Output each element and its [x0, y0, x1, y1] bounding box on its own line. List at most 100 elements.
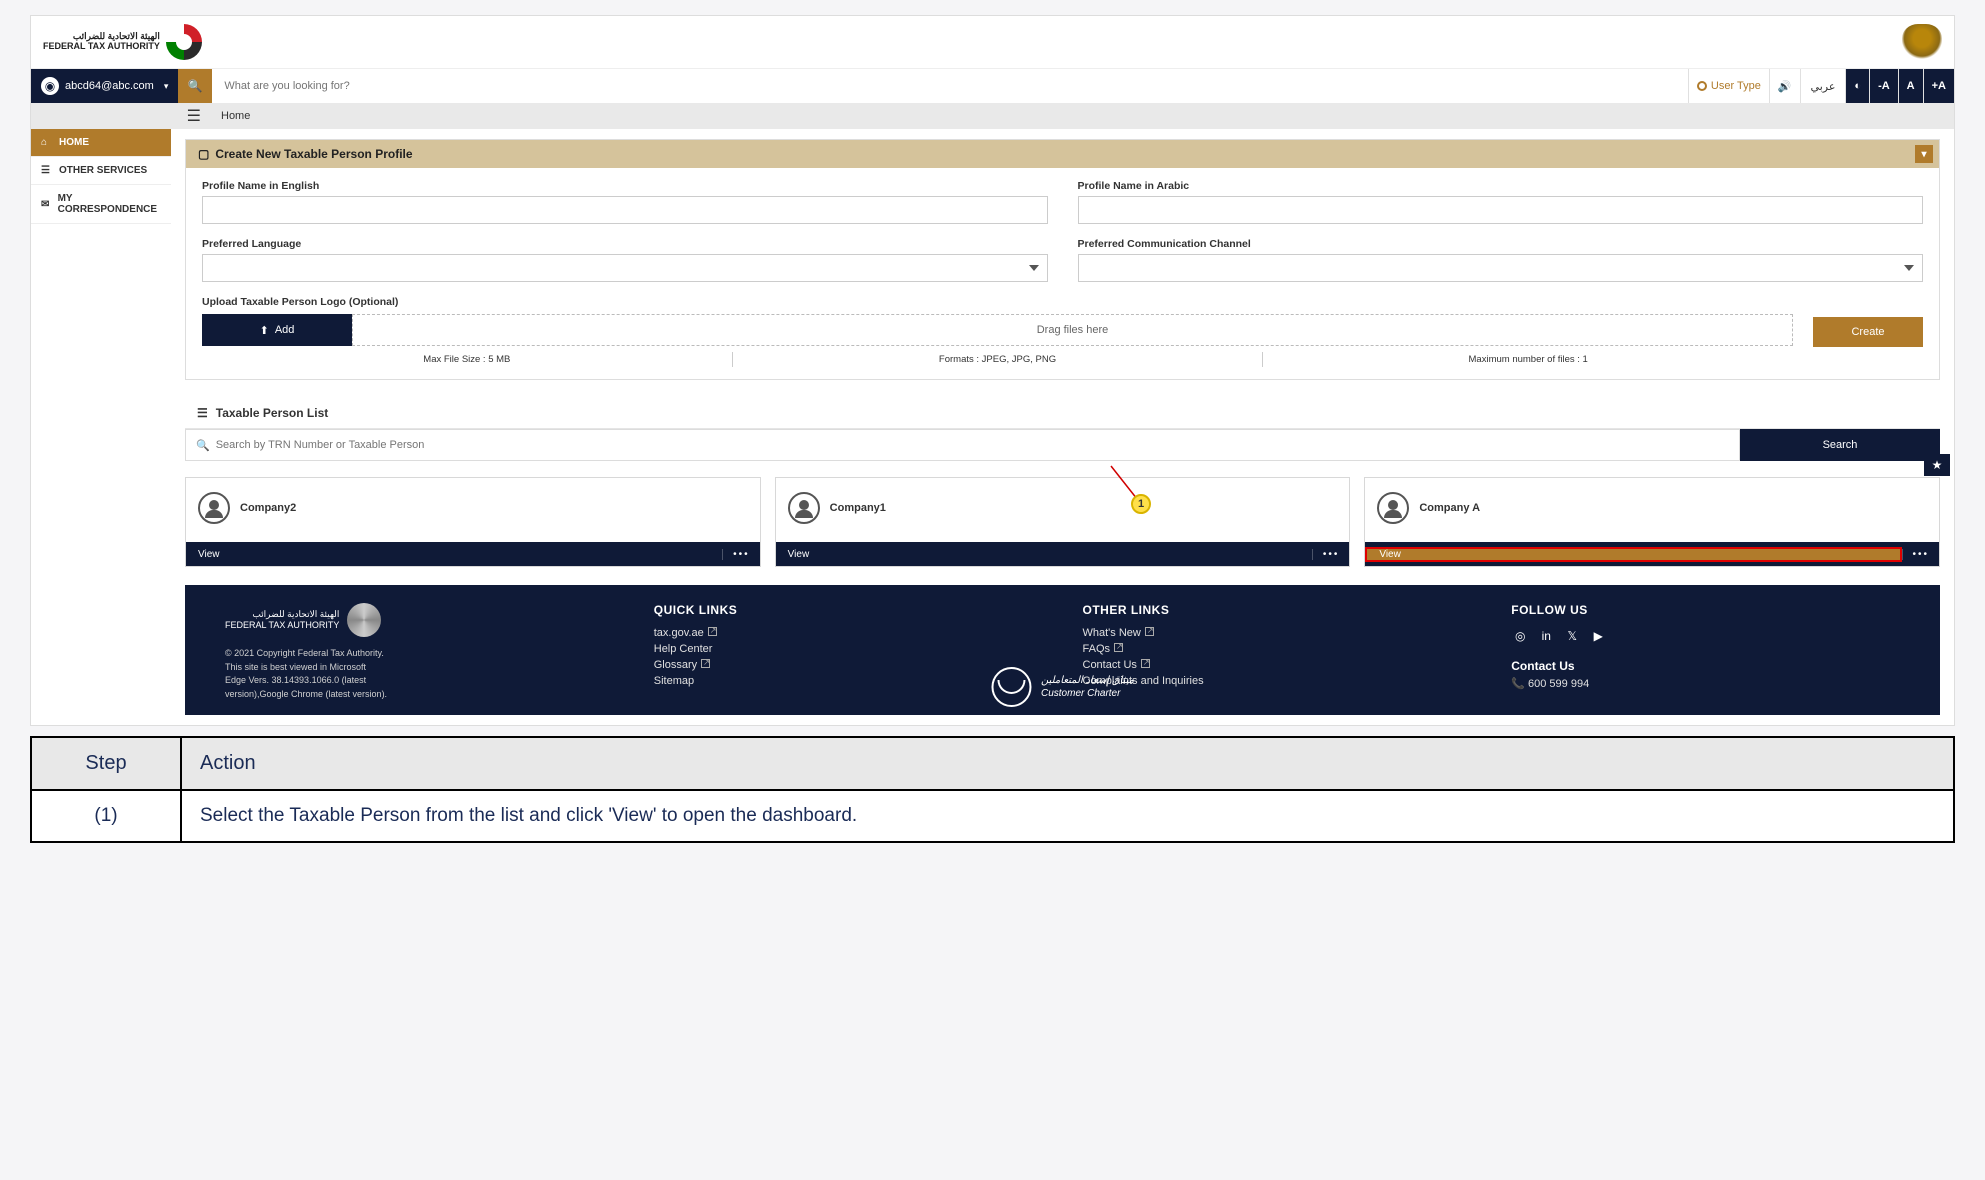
- user-type-button[interactable]: User Type: [1688, 69, 1769, 103]
- font-increase-button[interactable]: +A: [1923, 69, 1954, 103]
- footer-link[interactable]: What's New: [1083, 627, 1472, 639]
- contrast-button[interactable]: ◐: [1845, 69, 1869, 103]
- list-search-input[interactable]: [216, 439, 1729, 451]
- font-decrease-button[interactable]: -A: [1869, 69, 1898, 103]
- sidebar-label: MY CORRESPONDENCE: [58, 193, 161, 215]
- add-file-button[interactable]: ⬆ Add: [202, 314, 352, 346]
- speaker-icon: 🔊: [1778, 80, 1792, 93]
- user-account-menu[interactable]: ◉ abcd64@abc.com ▾: [31, 69, 178, 103]
- hamburger-menu-button[interactable]: ☰: [31, 106, 211, 126]
- footer-link[interactable]: Help Center: [654, 643, 1043, 655]
- user-email: abcd64@abc.com: [65, 80, 154, 92]
- taxable-person-card: Company1 View •••: [775, 477, 1351, 567]
- sidebar-label: HOME: [59, 137, 89, 148]
- footer-logo-en: FEDERAL TAX AUTHORITY: [225, 620, 339, 631]
- footer-link[interactable]: Complaints and Inquiries: [1083, 675, 1472, 687]
- search-icon: 🔍: [188, 79, 203, 93]
- fta-logo: الهيئة الاتحادية للضرائب FEDERAL TAX AUT…: [43, 24, 202, 60]
- phone-icon: 📞: [1511, 678, 1525, 690]
- profile-name-en-input[interactable]: [202, 196, 1048, 224]
- footer-swirl-icon: [347, 603, 381, 637]
- taxable-person-list-panel: ☰ Taxable Person List 🔍 Search: [185, 398, 1940, 567]
- external-link-icon: [1114, 643, 1123, 652]
- twitter-icon[interactable]: 𝕏: [1563, 627, 1581, 645]
- user-type-icon: [1697, 81, 1707, 91]
- external-link-icon: [1141, 659, 1150, 668]
- profile-icon: ▢: [198, 147, 209, 161]
- taxable-person-card: Company2 View •••: [185, 477, 761, 567]
- copyright-line: Edge Vers. 38.14393.1066.0 (latest: [225, 674, 614, 688]
- profile-name-ar-input[interactable]: [1078, 196, 1924, 224]
- fta-swirl-icon: [166, 24, 202, 60]
- copyright-line: version),Google Chrome (latest version).: [225, 688, 614, 702]
- charter-text-ar: ميثاق إسعاد المتعاملين: [1041, 674, 1134, 687]
- footer-link[interactable]: FAQs: [1083, 643, 1472, 655]
- quick-links-heading: QUICK LINKS: [654, 603, 1043, 617]
- footer-link[interactable]: Glossary: [654, 659, 1043, 671]
- add-button-label: Add: [275, 324, 295, 336]
- footer-link[interactable]: Contact Us: [1083, 659, 1472, 671]
- card-more-button[interactable]: •••: [1312, 549, 1350, 560]
- global-search-input[interactable]: [212, 69, 1688, 103]
- search-icon: 🔍: [196, 439, 210, 452]
- linkedin-icon[interactable]: in: [1537, 627, 1555, 645]
- audio-button[interactable]: 🔊: [1769, 69, 1800, 103]
- user-avatar-icon: ◉: [41, 77, 59, 95]
- step-action-table: Step Action (1) Select the Taxable Perso…: [30, 736, 1955, 843]
- youtube-icon[interactable]: ▶: [1589, 627, 1607, 645]
- view-button-highlighted[interactable]: View: [1365, 547, 1901, 562]
- copyright-line: © 2021 Copyright Federal Tax Authority.: [225, 647, 614, 661]
- upload-logo-label: Upload Taxable Person Logo (Optional): [202, 296, 1793, 308]
- contact-us-heading: Contact Us: [1511, 659, 1900, 673]
- sidebar-item-home[interactable]: ⌂ HOME: [31, 129, 171, 157]
- other-links-heading: OTHER LINKS: [1083, 603, 1472, 617]
- breadcrumb-bar: ☰ Home: [31, 103, 1954, 129]
- copyright-line: This site is best viewed in Microsoft: [225, 661, 614, 675]
- card-more-button[interactable]: •••: [1902, 549, 1940, 560]
- company-name: Company A: [1419, 502, 1480, 514]
- font-normal-button[interactable]: A: [1898, 69, 1923, 103]
- profile-name-en-label: Profile Name in English: [202, 180, 1048, 192]
- view-button[interactable]: View: [186, 549, 722, 560]
- footer-logo-ar: الهيئة الاتحادية للضرائب: [225, 609, 339, 620]
- action-header: Action: [181, 737, 1954, 790]
- top-bar: ◉ abcd64@abc.com ▾ 🔍 User Type 🔊 عربي ◐ …: [31, 69, 1954, 103]
- person-avatar-icon: [788, 492, 820, 524]
- contact-phone: 📞 600 599 994: [1511, 677, 1900, 690]
- list-search-button[interactable]: Search: [1740, 429, 1940, 461]
- customer-charter[interactable]: ميثاق إسعاد المتعاملين Customer Charter: [991, 667, 1134, 707]
- list-icon: ☰: [197, 406, 208, 420]
- drag-drop-zone[interactable]: Drag files here: [352, 314, 1793, 346]
- footer-link[interactable]: Sitemap: [654, 675, 1043, 687]
- sidebar-item-other-services[interactable]: ☰ OTHER SERVICES: [31, 157, 171, 185]
- sidebar-item-my-correspondence[interactable]: ✉ MY CORRESPONDENCE: [31, 185, 171, 224]
- company-name: Company1: [830, 502, 886, 514]
- hint-formats: Formats : JPEG, JPG, PNG: [733, 352, 1264, 367]
- card-more-button[interactable]: •••: [722, 549, 760, 560]
- panel-header: ▢ Create New Taxable Person Profile ▾: [186, 140, 1939, 168]
- view-button[interactable]: View: [776, 549, 1312, 560]
- collapse-button[interactable]: ▾: [1915, 145, 1933, 163]
- footer-logo: الهيئة الاتحادية للضرائب FEDERAL TAX AUT…: [225, 603, 614, 637]
- taxable-person-card-highlighted: Company A View •••: [1364, 477, 1940, 567]
- person-avatar-icon: [1377, 492, 1409, 524]
- language-toggle[interactable]: عربي: [1800, 69, 1846, 103]
- footer-link[interactable]: tax.gov.ae: [654, 627, 1043, 639]
- list-title: Taxable Person List: [216, 406, 328, 420]
- drag-text: Drag files here: [1037, 324, 1109, 336]
- preferred-channel-select[interactable]: [1078, 254, 1924, 282]
- instagram-icon[interactable]: ◎: [1511, 627, 1529, 645]
- upload-icon: ⬆: [260, 324, 269, 337]
- callout-marker-1: 1: [1131, 494, 1151, 514]
- favourites-tab[interactable]: ★: [1924, 454, 1950, 476]
- create-button[interactable]: Create: [1813, 317, 1923, 347]
- profile-name-ar-label: Profile Name in Arabic: [1078, 180, 1924, 192]
- search-button[interactable]: 🔍: [178, 69, 212, 103]
- contrast-icon: ◐: [1854, 80, 1861, 92]
- preferred-language-select[interactable]: [202, 254, 1048, 282]
- breadcrumb-home[interactable]: Home: [211, 110, 250, 122]
- person-avatar-icon: [198, 492, 230, 524]
- user-type-label: User Type: [1711, 80, 1761, 92]
- company-name: Company2: [240, 502, 296, 514]
- mail-icon: ✉: [41, 199, 52, 210]
